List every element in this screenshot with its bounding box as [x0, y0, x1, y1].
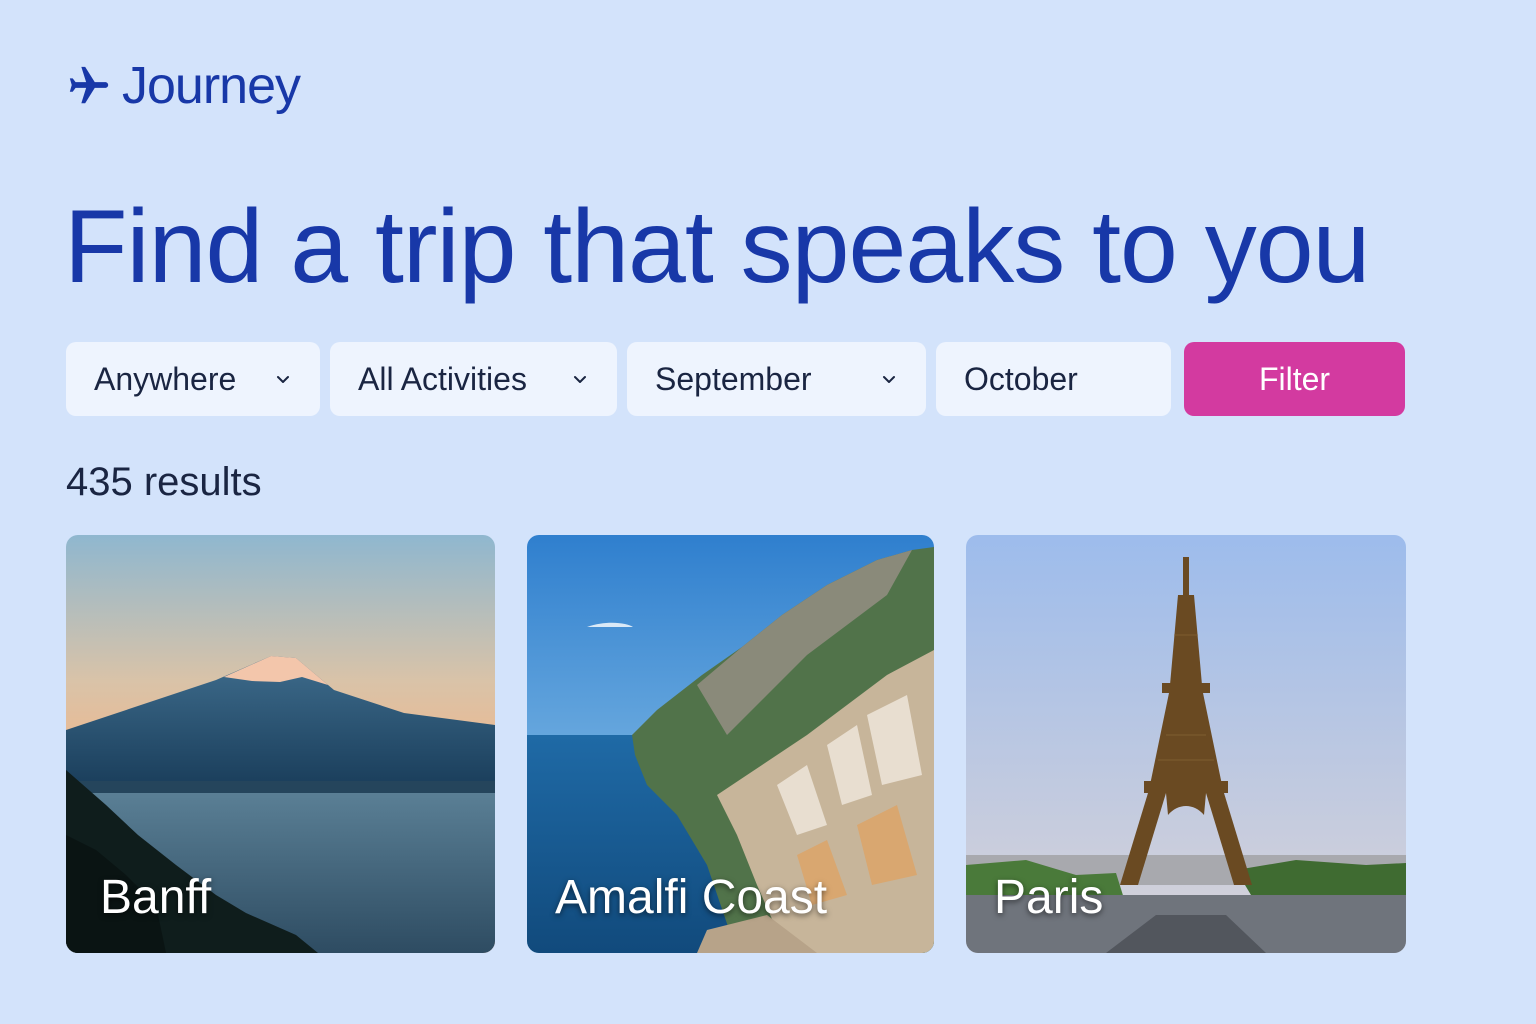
start-month-value: September [655, 360, 812, 397]
results-count: 435 results [66, 460, 262, 504]
chevron-down-icon [883, 376, 895, 383]
airplane-icon [69, 66, 109, 104]
chevron-down-icon [277, 376, 289, 383]
card-title: Amalfi Coast [555, 871, 828, 924]
logo[interactable]: Journey [66, 56, 301, 116]
filter-bar: Anywhere All Activities September Octobe… [66, 342, 1405, 416]
activities-select[interactable]: All Activities [330, 342, 617, 416]
end-month-select[interactable]: October [936, 342, 1171, 416]
location-select[interactable]: Anywhere [66, 342, 320, 416]
filter-button[interactable]: Filter [1184, 342, 1405, 416]
location-select-value: Anywhere [94, 360, 237, 397]
brand-name: Journey [122, 57, 301, 115]
page-headline: Find a trip that speaks to you [64, 189, 1370, 305]
destination-card-amalfi-coast[interactable]: Amalfi Coast [527, 535, 934, 953]
card-title: Paris [994, 871, 1104, 924]
destination-card-paris[interactable]: Paris [966, 535, 1406, 953]
start-month-select[interactable]: September [627, 342, 926, 416]
chevron-down-icon [574, 376, 586, 383]
end-month-value: October [964, 360, 1078, 397]
activities-select-value: All Activities [358, 360, 527, 397]
page: Journey Find a trip that speaks to you A… [0, 0, 1536, 1024]
destination-card-banff[interactable]: Banff [66, 535, 495, 953]
card-title: Banff [100, 871, 212, 924]
